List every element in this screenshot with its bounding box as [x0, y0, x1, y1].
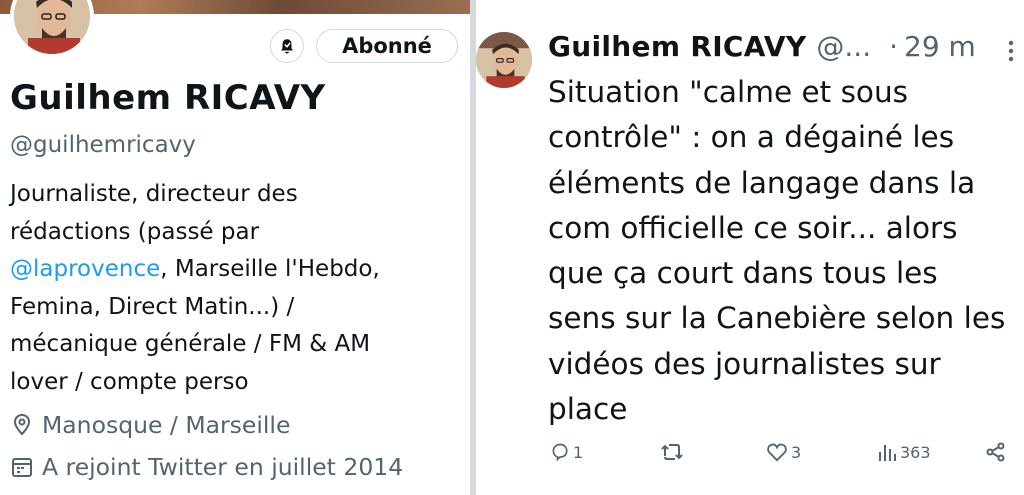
tweet-author-avatar[interactable] — [476, 32, 532, 88]
retweet-button[interactable] — [660, 442, 687, 462]
location-pin-icon — [13, 413, 31, 436]
tweet-text: Situation "calme et sous contrôle" : on … — [548, 70, 1018, 432]
views-button[interactable]: 363 — [877, 442, 931, 462]
tweet-author-name[interactable]: Guilhem RICAVY — [548, 30, 806, 63]
mention-link[interactable]: @laprovence — [10, 256, 160, 282]
tweet-author-handle[interactable]: @... — [816, 30, 871, 63]
following-button[interactable]: Abonné — [316, 29, 458, 63]
bio-line: @laprovence, Marseille l'Hebdo, — [10, 251, 460, 289]
tweet-text-line: com officielle ce soir... alors — [548, 210, 958, 245]
like-button[interactable]: 3 — [766, 442, 801, 462]
profile-joined-date: A rejoint Twitter en juillet 2014 — [10, 453, 403, 481]
share-button[interactable] — [986, 442, 1009, 462]
bio-line: mécanique générale / FM & AM — [10, 331, 371, 357]
tweet-text-line: contrôle" : on a dégainé les — [548, 120, 955, 155]
tweet-header: Guilhem RICAVY @... · 29 m — [548, 30, 976, 63]
profile-location: Manosque / Marseille — [10, 411, 290, 439]
tweet-text-line: sens sur la Canebière selon les — [548, 301, 1006, 336]
calendar-icon — [12, 458, 32, 477]
notifications-bell-button[interactable] — [270, 29, 304, 63]
profile-name: Guilhem RICAVY — [10, 78, 326, 118]
views-count: 363 — [900, 442, 931, 462]
profile-avatar[interactable] — [10, 0, 94, 58]
bio-text: , Marseille l'Hebdo, — [160, 256, 380, 282]
bio-line: Journaliste, directeur des — [10, 181, 298, 207]
tweet-text-line: vidéos des journalistes sur — [548, 346, 941, 381]
reply-button[interactable]: 1 — [550, 442, 583, 462]
profile-handle: @guilhemricavy — [10, 132, 196, 158]
profile-bio: Journaliste, directeur des rédactions (p… — [10, 176, 460, 401]
retweet-icon — [661, 444, 683, 460]
bell-icon — [281, 39, 293, 54]
like-count: 3 — [791, 442, 802, 462]
tweet-timestamp[interactable]: 29 m — [904, 30, 976, 63]
tweet-actions: 1 3 363 — [476, 442, 1024, 470]
tweet-text-line: place — [548, 392, 628, 427]
share-icon — [986, 442, 1005, 462]
views-icon — [879, 445, 896, 461]
joined-text: A rejoint Twitter en juillet 2014 — [42, 453, 404, 481]
bio-line: rédactions (passé par — [10, 218, 260, 245]
more-icon[interactable] — [1007, 40, 1015, 62]
tweet-separator: · — [889, 30, 899, 63]
reply-icon — [552, 443, 568, 462]
bio-line: lover / compte perso — [10, 368, 249, 395]
location-text: Manosque / Marseille — [42, 411, 291, 439]
like-icon — [767, 443, 787, 462]
tweet-text-line: Situation "calme et sous — [548, 75, 909, 109]
tweet-text-line: que ça court dans tous les — [548, 256, 938, 291]
tweet-text-line: éléments de langage dans la — [548, 165, 976, 200]
tweet-card[interactable]: Guilhem RICAVY @... · 29 m Situation "ca… — [476, 0, 1024, 495]
reply-count: 1 — [573, 442, 584, 462]
profile-panel: Abonné Guilhem RICAVY @guilhemricavy Jou… — [0, 0, 470, 495]
bio-line: Femina, Direct Matin...) / — [10, 293, 295, 320]
